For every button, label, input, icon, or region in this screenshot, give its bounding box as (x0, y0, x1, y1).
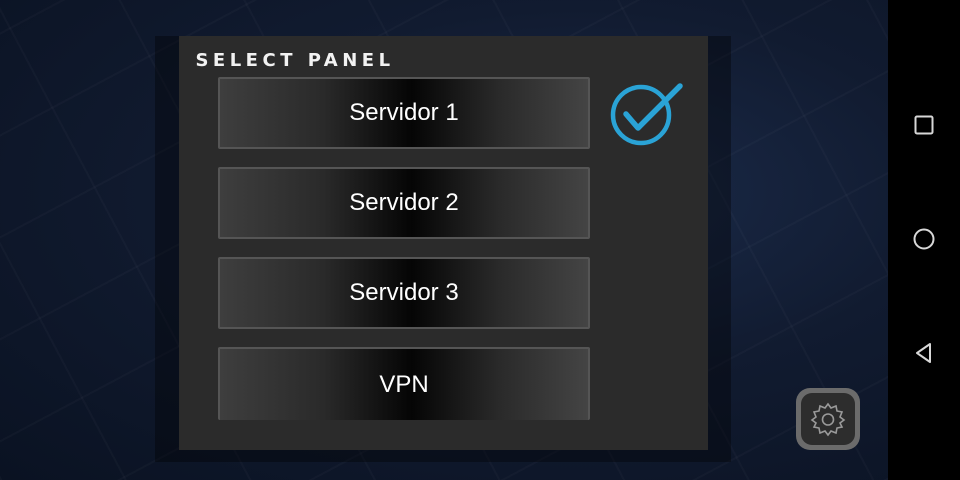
square-icon (914, 115, 934, 135)
server-option-1[interactable]: Servidor 1 (218, 77, 590, 149)
app-screen: SELECT PANEL Servidor 1 Servidor 2 Servi… (0, 0, 960, 480)
server-option-label: Servidor 2 (349, 189, 459, 216)
vpn-option[interactable]: VPN (218, 347, 590, 420)
server-option-label: Servidor 3 (349, 279, 459, 306)
settings-button-face (801, 393, 855, 445)
system-nav-bar (888, 0, 960, 480)
server-option-label: VPN (379, 370, 429, 398)
nav-recents-button[interactable] (888, 95, 960, 155)
nav-home-button[interactable] (888, 209, 960, 269)
server-option-label: Servidor 1 (349, 99, 459, 126)
nav-back-button[interactable] (888, 323, 960, 383)
circle-icon (913, 228, 935, 250)
server-option-3[interactable]: Servidor 3 (218, 257, 590, 329)
triangle-back-icon (916, 343, 931, 363)
check-circle-icon (610, 83, 683, 146)
settings-button[interactable] (796, 388, 860, 450)
panel-title: SELECT PANEL (195, 50, 395, 71)
server-option-2[interactable]: Servidor 2 (218, 167, 590, 239)
gear-icon (810, 402, 846, 437)
